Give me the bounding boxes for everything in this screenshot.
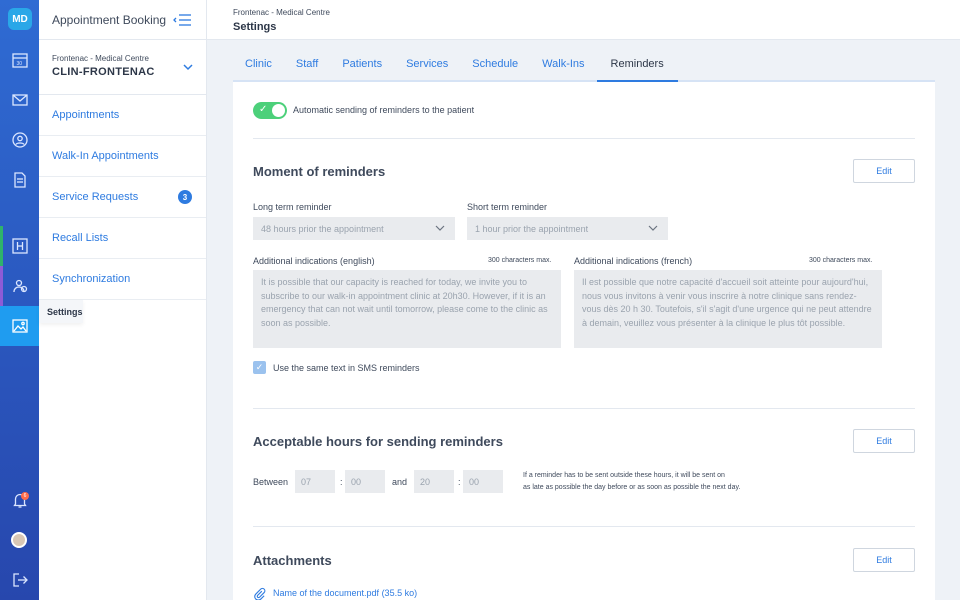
attachment-link[interactable]: Name of the document.pdf (35.5 ko) [273, 588, 417, 598]
end-hour-input[interactable]: 20 [414, 470, 454, 493]
hospital-icon[interactable] [0, 226, 39, 266]
tab-services[interactable]: Services [394, 48, 460, 80]
divider [253, 138, 915, 139]
sidebar-item-settings[interactable]: Settings [39, 300, 83, 323]
calendar-icon[interactable]: 30 [0, 40, 39, 80]
icon-rail: MD 30 6 [0, 0, 39, 600]
attachments-edit-button[interactable]: Edit [853, 548, 915, 572]
sidebar: Appointment Booking Frontenac - Medical … [39, 0, 207, 600]
image-icon[interactable] [0, 306, 39, 346]
user-circle-icon[interactable] [0, 120, 39, 160]
check-icon: ✓ [259, 104, 268, 115]
collapse-menu-icon[interactable] [172, 12, 192, 28]
moment-title: Moment of reminders [253, 164, 386, 179]
auto-reminders-label: Automatic sending of reminders to the pa… [293, 105, 475, 115]
breadcrumb[interactable]: Frontenac - Medical Centre [233, 8, 960, 17]
sidebar-item-appointments[interactable]: Appointments [39, 95, 206, 136]
purple-marker [0, 266, 3, 306]
long-term-value: 48 hours prior the appointment [261, 223, 384, 234]
app-title-bar: Appointment Booking [39, 0, 206, 40]
app-logo[interactable]: MD [8, 8, 32, 30]
start-hour-input[interactable]: 07 [295, 470, 335, 493]
short-term-select[interactable]: 1 hour prior the appointment [467, 217, 668, 240]
chevron-down-icon [435, 225, 445, 231]
sidebar-item-service-requests[interactable]: Service Requests 3 [39, 177, 206, 218]
svg-text:30: 30 [16, 61, 22, 67]
sms-checkbox[interactable]: ✓ [253, 361, 266, 374]
notification-badge: 6 [21, 492, 29, 500]
english-indications-label: Additional indications (english) [253, 256, 375, 266]
tab-walk-ins[interactable]: Walk-Ins [530, 48, 596, 80]
short-term-label: Short term reminder [467, 202, 548, 212]
avatar[interactable] [11, 532, 27, 548]
short-term-value: 1 hour prior the appointment [475, 223, 589, 234]
end-minute-input[interactable]: 00 [463, 470, 503, 493]
tab-clinic[interactable]: Clinic [233, 48, 284, 80]
page-header: Frontenac - Medical Centre Settings [207, 0, 960, 40]
sidebar-item-synchronization[interactable]: Synchronization [39, 259, 206, 300]
chevron-down-icon [648, 225, 658, 231]
tab-reminders[interactable]: Reminders [596, 48, 678, 82]
sidebar-item-walk-in-appointments[interactable]: Walk-In Appointments [39, 136, 206, 177]
sidebar-item-label: Appointments [52, 109, 120, 121]
users-icon[interactable] [0, 266, 39, 306]
clinic-selector[interactable]: Frontenac - Medical Centre CLIN-FRONTENA… [39, 40, 206, 95]
french-max-chars: 300 characters max. [809, 257, 873, 264]
reminders-panel: ✓ Automatic sending of reminders to the … [233, 82, 935, 600]
sms-checkbox-label: Use the same text in SMS reminders [273, 363, 420, 373]
divider [253, 408, 915, 409]
bell-icon[interactable] [0, 480, 39, 520]
app-title: Appointment Booking [52, 12, 167, 27]
hours-edit-button[interactable]: Edit [853, 429, 915, 453]
mail-icon[interactable] [0, 80, 39, 120]
tab-patients[interactable]: Patients [330, 48, 394, 80]
tab-schedule[interactable]: Schedule [460, 48, 530, 80]
sidebar-item-label: Service Requests [52, 191, 139, 203]
auto-reminders-toggle[interactable]: ✓ [253, 102, 287, 119]
sidebar-item-label: Walk-In Appointments [52, 150, 159, 162]
paperclip-icon [254, 587, 266, 600]
french-indications-label: Additional indications (french) [574, 256, 693, 266]
hours-title: Acceptable hours for sending reminders [253, 434, 503, 449]
moment-edit-button[interactable]: Edit [853, 159, 915, 183]
tab-staff[interactable]: Staff [284, 48, 330, 80]
hours-note-line-2: as late as possible the day before or as… [523, 484, 741, 491]
green-marker [0, 226, 3, 266]
attachments-title: Attachments [253, 553, 332, 568]
long-term-select[interactable]: 48 hours prior the appointment [253, 217, 455, 240]
hours-note-line-1: If a reminder has to be sent outside the… [523, 472, 725, 479]
english-indications-textarea[interactable]: It is possible that our capacity is reac… [253, 270, 561, 348]
english-max-chars: 300 characters max. [488, 257, 552, 264]
time-separator: : [458, 477, 461, 487]
toggle-knob [272, 104, 285, 117]
long-term-label: Long term reminder [253, 202, 332, 212]
chevron-down-icon[interactable] [182, 61, 194, 73]
sidebar-item-label: Synchronization [52, 273, 131, 285]
page-title: Settings [233, 21, 277, 33]
sidebar-item-recall-lists[interactable]: Recall Lists [39, 218, 206, 259]
sidebar-item-label: Settings [47, 306, 83, 317]
time-separator: : [340, 477, 343, 487]
count-badge: 3 [178, 190, 192, 204]
start-minute-input[interactable]: 00 [345, 470, 385, 493]
and-label: and [392, 477, 408, 487]
french-indications-textarea[interactable]: Il est possible que notre capacité d'acc… [574, 270, 882, 348]
settings-tabs: Clinic Staff Patients Services Schedule … [233, 48, 935, 82]
sidebar-item-label: Recall Lists [52, 232, 109, 244]
logout-icon[interactable] [0, 560, 39, 600]
document-icon[interactable] [0, 160, 39, 200]
divider [253, 526, 915, 527]
between-label: Between [253, 477, 289, 487]
